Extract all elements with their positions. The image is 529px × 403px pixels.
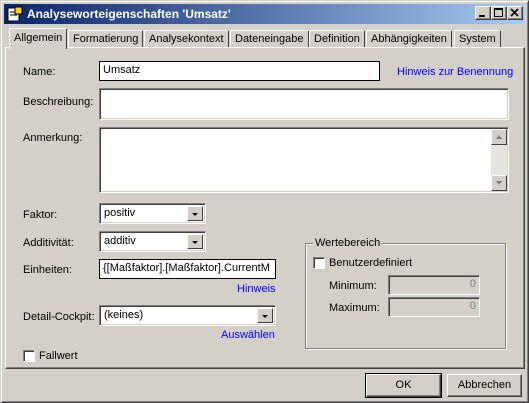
window-title: Analyseworteigenschaften 'Umsatz' — [27, 7, 231, 21]
properties-icon — [7, 6, 23, 22]
scroll-down-button[interactable] — [491, 175, 507, 191]
cancel-button[interactable]: Abbrechen — [447, 374, 522, 397]
tab-definition[interactable]: Definition — [309, 30, 365, 48]
description-label: Beschreibung: — [23, 96, 94, 108]
cockpit-value: (keines) — [104, 309, 144, 321]
maximize-icon — [494, 8, 503, 17]
tab-abhaengigkeiten[interactable]: Abhängigkeiten — [366, 30, 452, 48]
close-icon — [510, 8, 519, 17]
custom-range-checkbox[interactable] — [313, 257, 325, 269]
fallwert-label: Fallwert — [39, 350, 78, 362]
minimum-input[interactable]: 0 — [388, 275, 480, 295]
units-label: Einheiten: — [23, 264, 72, 276]
tab-allgemein[interactable]: Allgemein — [9, 28, 68, 49]
tab-formatierung[interactable]: Formatierung — [68, 30, 144, 48]
arrow-up-icon — [496, 135, 502, 139]
maximize-button[interactable] — [491, 6, 507, 20]
factor-value: positiv — [104, 207, 136, 219]
name-label: Name: — [23, 66, 56, 78]
range-group-title: Wertebereich — [313, 237, 383, 249]
close-button[interactable] — [507, 6, 523, 20]
cockpit-select-link[interactable]: Auswählen — [221, 329, 275, 341]
additivity-value: additiv — [104, 235, 136, 247]
name-input[interactable]: Umsatz — [99, 61, 380, 81]
minimize-icon — [479, 15, 485, 17]
note-scrollbar[interactable] — [491, 129, 507, 191]
properties-dialog: Analyseworteigenschaften 'Umsatz' Allgem… — [0, 0, 529, 403]
additivity-label: Additivität: — [23, 237, 74, 249]
minimum-label: Minimum: — [329, 280, 377, 292]
factor-label: Faktor: — [23, 209, 58, 221]
chevron-down-icon[interactable] — [257, 308, 273, 323]
fallwert-checkbox[interactable] — [23, 350, 35, 362]
title-bar[interactable]: Analyseworteigenschaften 'Umsatz' — [4, 4, 525, 24]
ok-button[interactable]: OK — [365, 373, 442, 398]
maximum-input[interactable]: 0 — [388, 297, 480, 317]
tab-system[interactable]: System — [454, 30, 501, 48]
scroll-up-button[interactable] — [491, 129, 507, 145]
tab-strip: Allgemein Formatierung Analysekontext Da… — [5, 28, 525, 49]
note-textarea[interactable] — [99, 127, 509, 193]
description-input[interactable] — [99, 88, 509, 120]
maximum-label: Maximum: — [329, 302, 380, 314]
chevron-down-icon[interactable] — [187, 234, 203, 249]
units-value: {[Maßfaktor].[Maßfaktor].CurrentM — [103, 262, 270, 274]
units-input[interactable]: {[Maßfaktor].[Maßfaktor].CurrentM — [99, 259, 276, 279]
cockpit-select[interactable]: (keines) — [99, 305, 276, 326]
units-hint-link[interactable]: Hinweis — [237, 283, 276, 295]
tab-analysekontext[interactable]: Analysekontext — [144, 30, 229, 48]
naming-hint-link[interactable]: Hinweis zur Benennung — [397, 66, 513, 78]
chevron-down-icon[interactable] — [187, 206, 203, 221]
minimize-button[interactable] — [475, 6, 491, 20]
cockpit-label: Detail-Cockpit: — [23, 311, 95, 323]
tab-dateneingabe[interactable]: Dateneingabe — [230, 30, 309, 48]
additivity-select[interactable]: additiv — [99, 231, 206, 252]
custom-range-label: Benutzerdefiniert — [329, 257, 413, 269]
factor-select[interactable]: positiv — [99, 203, 206, 224]
arrow-down-icon — [496, 181, 502, 185]
note-label: Anmerkung: — [23, 132, 83, 144]
